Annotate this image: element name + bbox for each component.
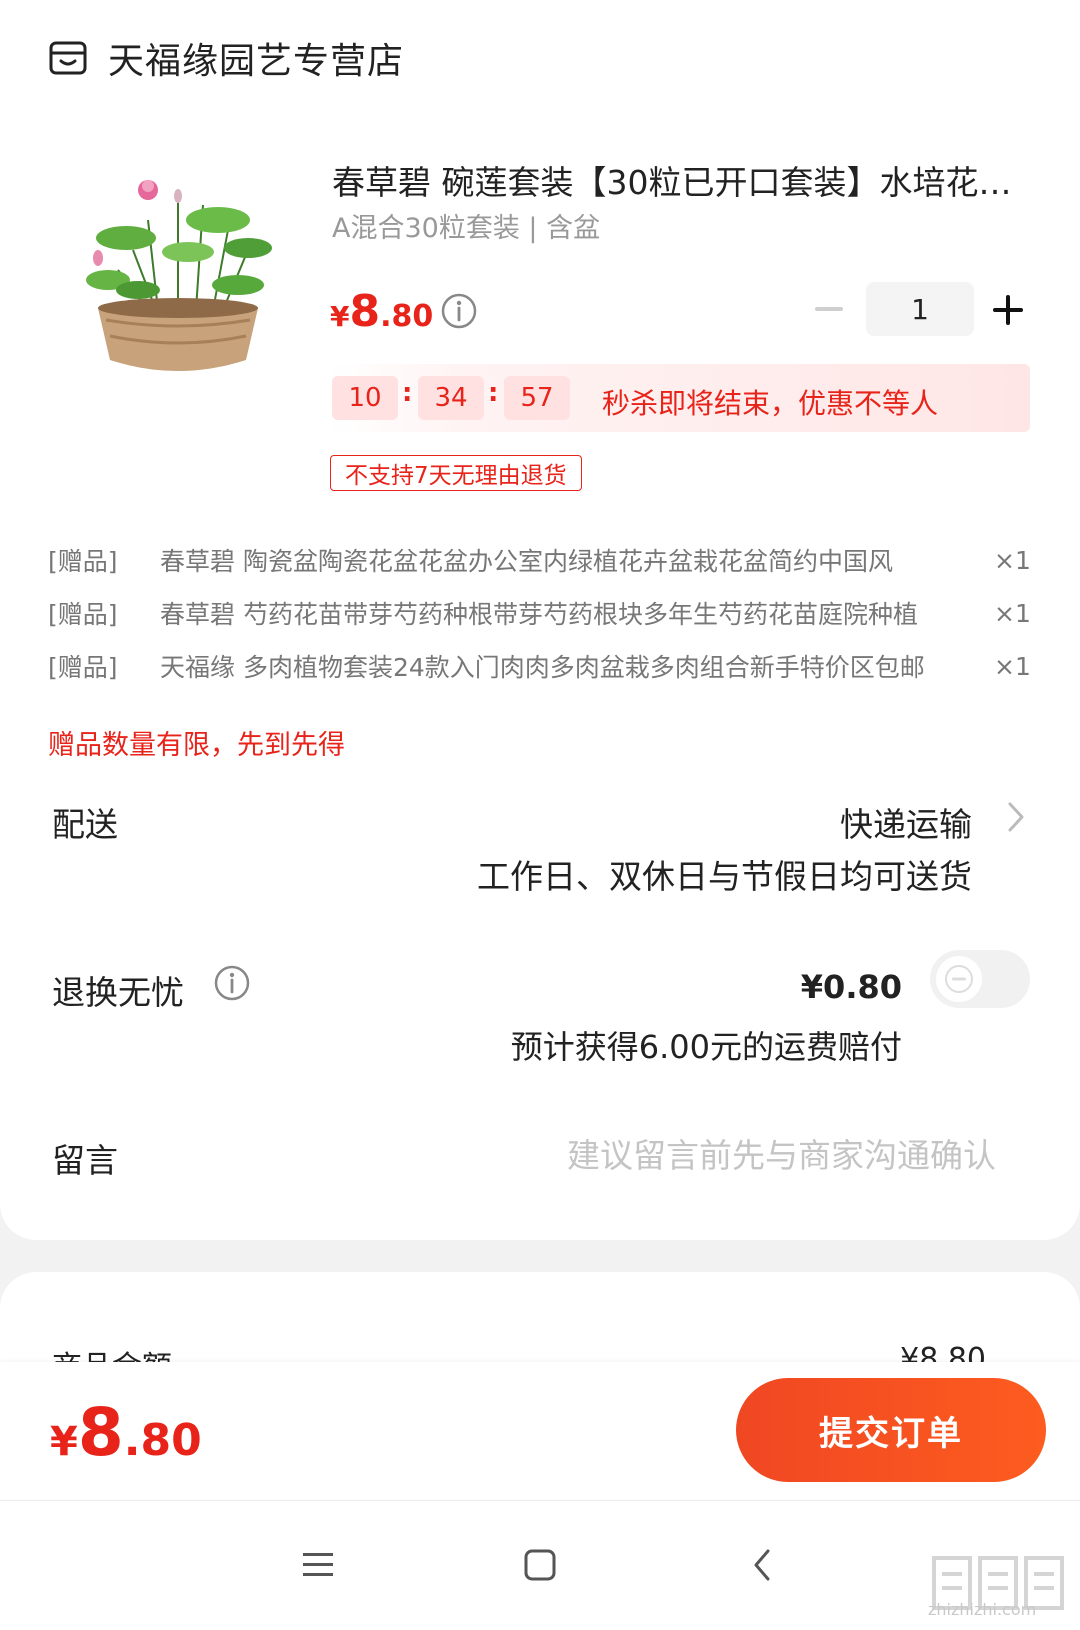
gift-quantity: ×1 [994, 598, 1031, 628]
flash-sale-text: 秒杀即将结束，优惠不等人 [602, 387, 939, 420]
countdown-separator: : [402, 378, 413, 408]
total-currency: ¥ [50, 1419, 78, 1465]
insurance-description: 预计获得6.00元的运费赔付 [510, 1028, 902, 1066]
delivery-label: 配送 [52, 805, 118, 844]
insurance-info-icon[interactable] [213, 964, 251, 1002]
quantity-decrease-button[interactable] [812, 292, 846, 326]
countdown-seconds: 57 [504, 376, 570, 420]
countdown-separator: : [488, 378, 499, 408]
insurance-toggle[interactable] [930, 950, 1030, 1008]
menu-icon [303, 1553, 333, 1576]
price-decimal: .80 [380, 299, 434, 334]
note-input[interactable] [380, 1130, 996, 1180]
gift-item[interactable]: [赠品] 春草碧 陶瓷盆陶瓷花盆花盆办公室内绿植花卉盆栽花盆简约中国风 ×1 [48, 542, 1038, 578]
gift-quantity: ×1 [994, 545, 1031, 575]
insurance-label: 退换无忧 [52, 973, 184, 1012]
gift-tag: [赠品] [48, 653, 118, 682]
back-icon [754, 1549, 770, 1581]
product-sku[interactable]: A混合30粒套装 | 含盆 [332, 206, 600, 245]
gift-item[interactable]: [赠品] 春草碧 芍药花苗带芽芍药种根带芽芍药根块多年生芍药花苗庭院种植 ×1 [48, 595, 1038, 631]
gift-tag: [赠品] [48, 547, 118, 576]
home-button[interactable] [520, 1545, 560, 1585]
insurance-price: ¥0.80 [800, 968, 902, 1006]
countdown-minutes: 34 [418, 376, 484, 420]
gift-name: 春草碧 芍药花苗带芽芍药种根带芽芍药根块多年生芍药花苗庭院种植 [160, 600, 918, 629]
gift-quantity: ×1 [994, 651, 1031, 681]
gift-name: 天福缘 多肉植物套装24款入门肉肉多肉盆栽多肉组合新手特价区包邮 [160, 653, 925, 682]
chevron-right-icon[interactable] [1004, 800, 1028, 834]
total-integer: 8 [77, 1394, 124, 1471]
quantity-increase-button[interactable] [990, 292, 1026, 328]
delivery-method[interactable]: 快递运输 [840, 798, 972, 846]
minus-circle-icon [945, 965, 973, 993]
gift-tag: [赠品] [48, 600, 118, 629]
total-decimal: .80 [123, 1415, 202, 1466]
minus-icon [815, 307, 843, 311]
store-icon [49, 41, 87, 75]
delivery-description: 工作日、双休日与节假日均可送货 [477, 857, 972, 896]
price-integer: 8 [349, 286, 381, 337]
home-icon [524, 1549, 556, 1581]
product-title[interactable]: 春草碧 碗莲套装【30粒已开口套装】水培花卉 盆栽 [332, 156, 1022, 204]
gift-name: 春草碧 陶瓷盆陶瓷花盆花盆办公室内绿植花卉盆栽花盆简约中国风 [160, 547, 893, 576]
price-info-icon[interactable] [440, 292, 478, 330]
store-header[interactable]: 天福缘园艺专营店 [48, 36, 404, 82]
note-label: 留言 [52, 1141, 118, 1180]
gift-item[interactable]: [赠品] 天福缘 多肉植物套装24款入门肉肉多肉盆栽多肉组合新手特价区包邮 ×1 [48, 648, 1038, 684]
toggle-knob [936, 956, 982, 1002]
back-button[interactable] [742, 1545, 782, 1585]
submit-order-button[interactable]: 提交订单 [736, 1378, 1046, 1482]
no-return-badge: 不支持7天无理由退货 [330, 455, 582, 491]
store-name: 天福缘园艺专营店 [108, 41, 405, 82]
plus-icon [993, 295, 1023, 325]
quantity-value[interactable]: 1 [866, 282, 974, 336]
product-price: ¥ 8 .80 [330, 286, 433, 337]
gift-limit-notice: 赠品数量有限，先到先得 [48, 730, 345, 761]
watermark-domain: zhizhizhi.com [928, 1600, 1037, 1619]
price-currency: ¥ [330, 300, 350, 333]
menu-button[interactable] [298, 1545, 338, 1585]
total-price: ¥ 8 .80 [50, 1394, 202, 1471]
product-image[interactable] [78, 160, 278, 400]
countdown-hours: 10 [332, 376, 398, 420]
